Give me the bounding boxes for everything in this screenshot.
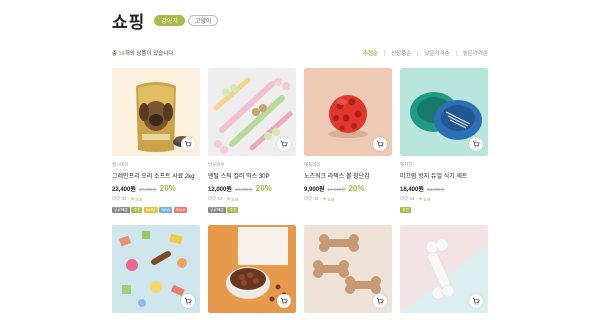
product-image[interactable] bbox=[112, 225, 200, 313]
add-to-cart-button[interactable] bbox=[277, 294, 291, 308]
product-card[interactable]: 바우와우 덴탈 스틱 컬러 믹스 30P 12,000원 15,000원 20%… bbox=[208, 68, 296, 225]
product-price: 18,400원 bbox=[400, 187, 424, 193]
product-image[interactable] bbox=[208, 225, 296, 313]
review-count: 리뷰 42 bbox=[304, 196, 319, 201]
sort-price-low[interactable]: 낮은가격순 bbox=[424, 49, 449, 57]
add-to-cart-button[interactable] bbox=[469, 294, 483, 308]
divider bbox=[417, 50, 419, 56]
add-to-cart-button[interactable] bbox=[181, 137, 195, 151]
review-count: 리뷰 34 bbox=[400, 196, 415, 201]
product-name[interactable]: 덴탈 스틱 컬러 믹스 30P bbox=[208, 171, 296, 180]
discount-rate: 20% bbox=[348, 184, 365, 193]
product-name[interactable]: 그레인프리 오리 소프트 사료 2kg bbox=[112, 171, 200, 180]
original-price: 12,500원 bbox=[327, 187, 346, 192]
cart-icon bbox=[376, 141, 384, 148]
product-image[interactable] bbox=[400, 225, 488, 313]
badge-list: 무료배송 추천 BEST NEW SALE bbox=[112, 207, 200, 213]
review-count: 리뷰 63 bbox=[208, 196, 223, 201]
badge-list: 추천 bbox=[400, 207, 488, 213]
rating-value: 4.8 bbox=[231, 196, 238, 202]
product-card[interactable] bbox=[304, 225, 392, 313]
divider bbox=[455, 50, 457, 56]
pet-tabs: 강아지 고양이 bbox=[154, 15, 219, 26]
cart-icon bbox=[472, 298, 480, 305]
count-suffix: 개의 상품이 있습니다. bbox=[124, 51, 175, 57]
product-brand: 헬스네이 bbox=[112, 162, 129, 167]
cart-icon bbox=[376, 298, 384, 305]
tab-cat[interactable]: 고양이 bbox=[187, 15, 219, 26]
page-title: 쇼핑 bbox=[112, 13, 146, 32]
rating-value: 4.5 bbox=[135, 196, 142, 202]
badge-recommended: 추천 bbox=[131, 207, 143, 213]
badge-list: 무료배송 추천 bbox=[208, 207, 296, 213]
badge-recommended: 추천 bbox=[400, 207, 411, 213]
add-to-cart-button[interactable] bbox=[181, 294, 195, 308]
product-row bbox=[112, 225, 488, 313]
product-name[interactable]: 노즈워크 라텍스 볼 장난감 bbox=[304, 171, 392, 180]
sort-price-high[interactable]: 높은가격순 bbox=[463, 49, 488, 57]
product-name[interactable]: 미끄럼 방지 듀얼 식기 세트 bbox=[400, 171, 488, 180]
product-grid: 헬스네이 그레인프리 오리 소프트 사료 2kg 22,400원 28,000원… bbox=[112, 68, 488, 313]
badge-new: NEW bbox=[159, 207, 173, 213]
cart-icon bbox=[184, 298, 192, 305]
product-image[interactable] bbox=[304, 225, 392, 313]
count-prefix: 총 bbox=[112, 51, 118, 57]
rating-value: 4.9 bbox=[423, 196, 430, 202]
product-card[interactable] bbox=[112, 225, 200, 313]
badge-sale: SALE bbox=[173, 207, 188, 213]
product-price: 22,400원 bbox=[112, 187, 136, 193]
sort-newest[interactable]: 신상품순 bbox=[391, 49, 411, 57]
sort-recommended[interactable]: 추천순 bbox=[363, 49, 378, 57]
sort-bar: 추천순 신상품순 낮은가격순 높은가격순 bbox=[363, 49, 488, 57]
cart-icon bbox=[280, 298, 288, 305]
add-to-cart-button[interactable] bbox=[469, 137, 483, 151]
badge-best: BEST bbox=[143, 207, 158, 213]
product-image[interactable] bbox=[208, 68, 296, 156]
product-brand: 펫키친 bbox=[400, 162, 413, 167]
badge-free-shipping: 무료배송 bbox=[208, 207, 226, 213]
cart-icon bbox=[280, 141, 288, 148]
product-card[interactable]: 헬스네이 그레인프리 오리 소프트 사료 2kg 22,400원 28,000원… bbox=[112, 68, 200, 225]
star-icon: ★ bbox=[130, 196, 135, 201]
product-image[interactable] bbox=[112, 68, 200, 156]
product-row: 헬스네이 그레인프리 오리 소프트 사료 2kg 22,400원 28,000원… bbox=[112, 68, 488, 225]
product-card[interactable] bbox=[400, 225, 488, 313]
product-image[interactable] bbox=[304, 68, 392, 156]
add-to-cart-button[interactable] bbox=[373, 137, 387, 151]
star-icon: ★ bbox=[226, 196, 231, 201]
product-price: 12,000원 bbox=[208, 187, 232, 193]
rating-value: 4.8 bbox=[327, 196, 334, 202]
badge-recommended: 추천 bbox=[227, 207, 239, 213]
discount-rate: 20% bbox=[255, 184, 272, 193]
product-price: 9,900원 bbox=[304, 187, 325, 193]
divider bbox=[384, 50, 386, 56]
page-header: 쇼핑 강아지 고양이 bbox=[112, 8, 219, 33]
product-brand: 펫플레이 bbox=[304, 162, 321, 167]
original-price: 28,000원 bbox=[138, 187, 157, 192]
product-count: 총 16개의 상품이 있습니다. bbox=[112, 49, 175, 57]
product-card[interactable]: 펫플레이 노즈워크 라텍스 볼 장난감 9,900원 12,500원 20% 리… bbox=[304, 68, 392, 225]
cart-icon bbox=[472, 141, 480, 148]
original-price: 23,000원 bbox=[426, 187, 445, 192]
star-icon: ★ bbox=[322, 196, 327, 201]
original-price: 15,000원 bbox=[234, 187, 253, 192]
product-card[interactable] bbox=[208, 225, 296, 313]
product-card[interactable]: 펫키친 미끄럼 방지 듀얼 식기 세트 18,400원 23,000원 리뷰 3… bbox=[400, 68, 488, 225]
badge-free-shipping: 무료배송 bbox=[112, 207, 130, 213]
tab-dog[interactable]: 강아지 bbox=[154, 15, 185, 26]
star-icon: ★ bbox=[418, 196, 423, 201]
review-count: 리뷰 32 bbox=[112, 196, 127, 201]
discount-rate: 20% bbox=[159, 184, 176, 193]
cart-icon bbox=[184, 141, 192, 148]
product-image[interactable] bbox=[400, 68, 488, 156]
add-to-cart-button[interactable] bbox=[373, 294, 387, 308]
product-brand: 바우와우 bbox=[208, 162, 225, 167]
add-to-cart-button[interactable] bbox=[277, 137, 291, 151]
